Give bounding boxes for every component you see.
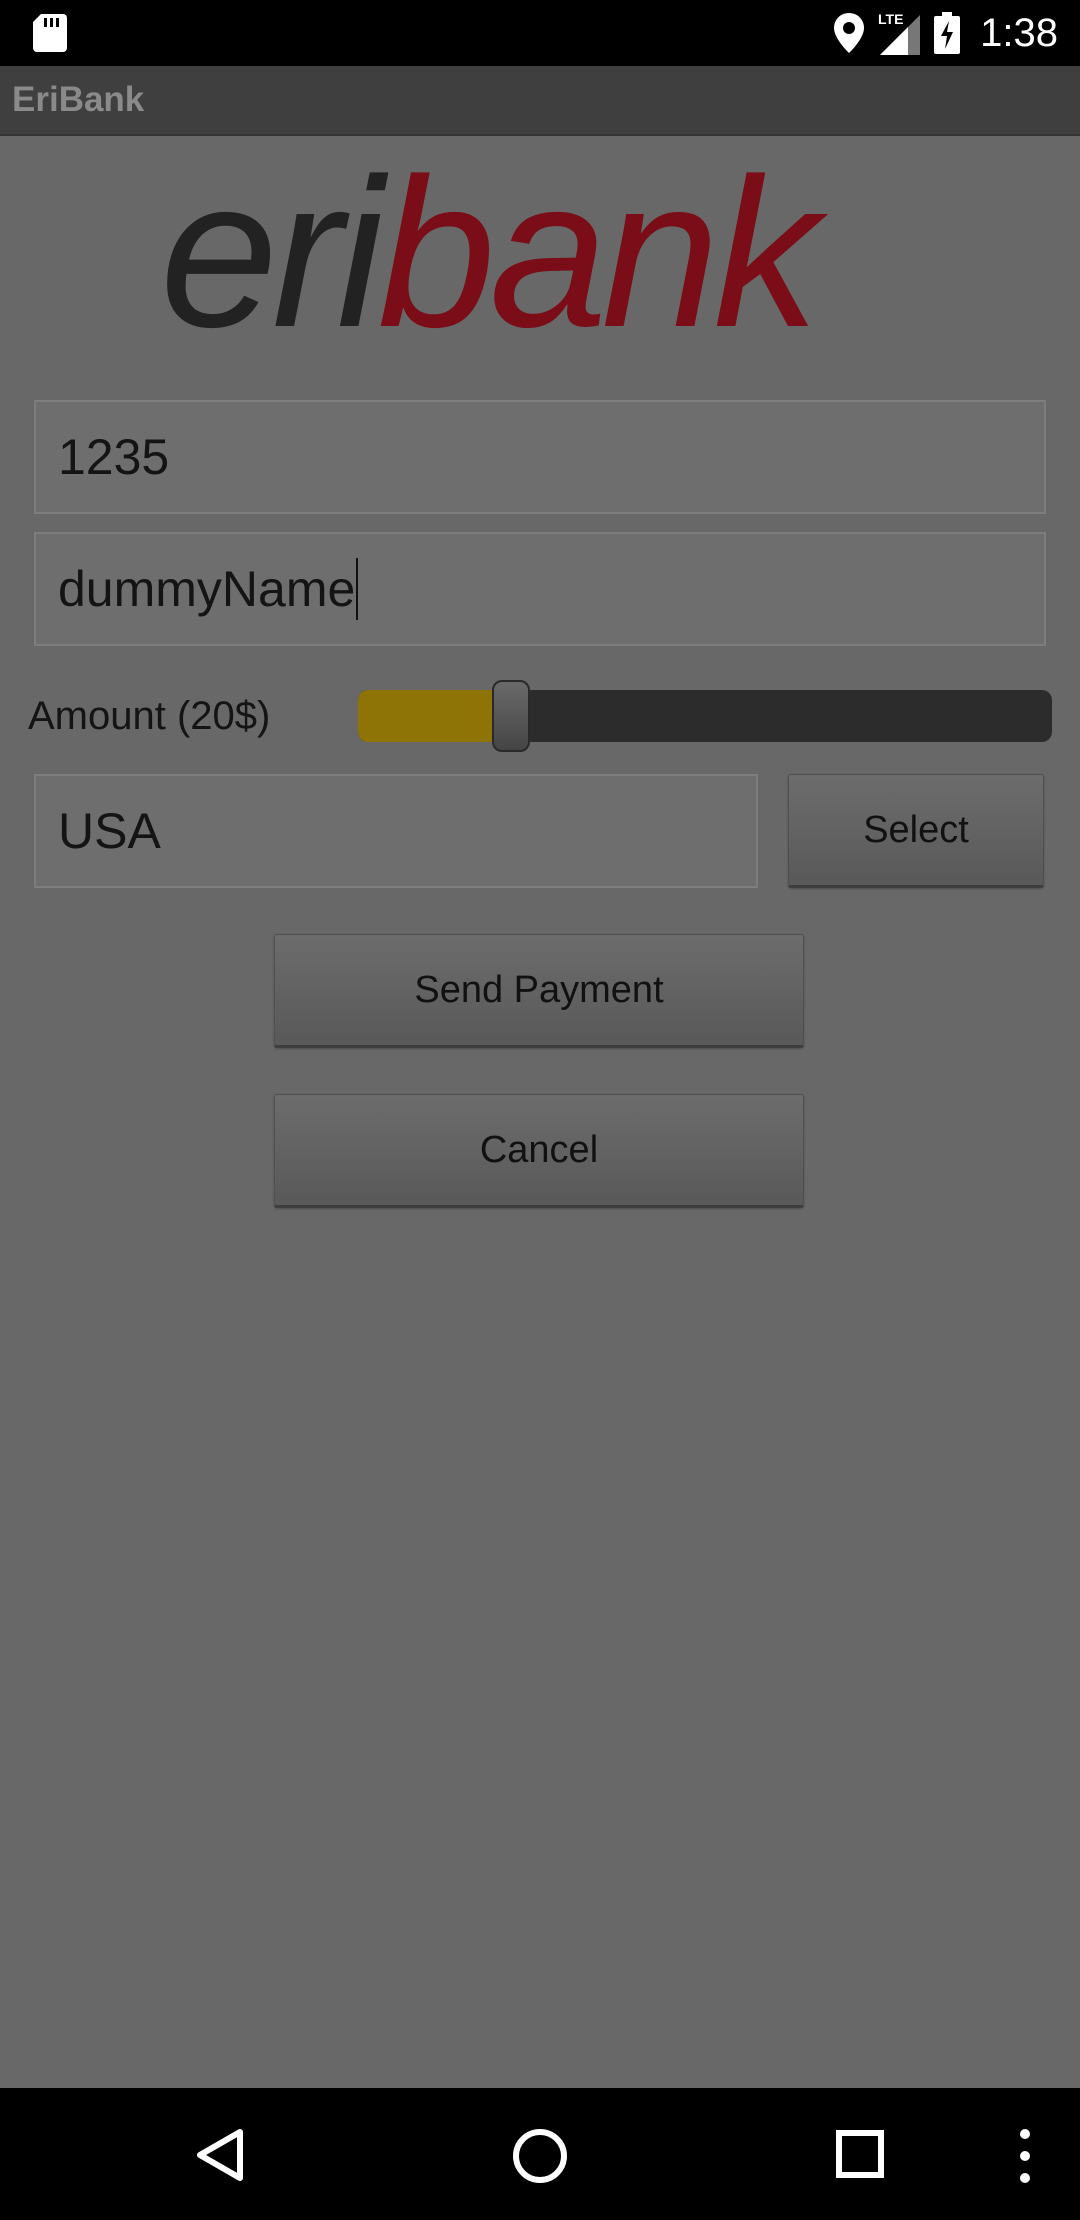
phone-field[interactable]: 1235	[34, 400, 1046, 514]
app-title: EriBank	[12, 80, 145, 119]
app-bar: EriBank	[0, 66, 1080, 136]
recents-icon[interactable]	[836, 2130, 884, 2178]
status-time: 1:38	[980, 10, 1058, 55]
eribank-logo: eribank	[160, 154, 834, 354]
amount-slider[interactable]	[358, 690, 1052, 742]
lte-signal-icon: LTE	[878, 11, 921, 55]
home-icon[interactable]	[512, 2128, 568, 2184]
country-field[interactable]: USA	[34, 774, 758, 888]
status-bar: LTE 1:38	[0, 0, 1080, 66]
cancel-label: Cancel	[479, 1128, 599, 1171]
logo-part-1: eri	[160, 154, 389, 354]
country-value: USA	[58, 803, 161, 859]
name-value: dummyName	[58, 561, 356, 617]
send-payment-button[interactable]: Send Payment	[274, 934, 804, 1048]
select-country-button[interactable]: Select	[788, 774, 1044, 888]
text-cursor	[356, 558, 359, 620]
location-icon	[834, 13, 865, 53]
svg-text:LTE: LTE	[878, 11, 903, 27]
phone-value: 1235	[58, 429, 170, 485]
select-button-label: Select	[863, 808, 969, 851]
navigation-bar	[0, 2088, 1080, 2220]
back-icon[interactable]	[194, 2128, 246, 2182]
battery-charging-icon	[934, 12, 961, 54]
name-field[interactable]: dummyName	[34, 532, 1046, 646]
logo-part-2: bank	[378, 154, 829, 354]
send-payment-label: Send Payment	[414, 968, 664, 1011]
svg-text:eribank: eribank	[160, 154, 828, 354]
sd-card-icon	[33, 14, 67, 52]
amount-label: Amount (20$)	[28, 694, 271, 738]
overflow-menu-icon[interactable]	[1016, 2128, 1034, 2184]
amount-slider-fill	[358, 690, 511, 742]
amount-slider-thumb[interactable]	[492, 680, 530, 752]
cancel-button[interactable]: Cancel	[274, 1094, 804, 1208]
